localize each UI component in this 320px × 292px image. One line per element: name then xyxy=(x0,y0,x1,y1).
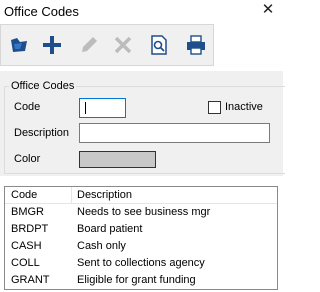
toolbar xyxy=(0,24,214,66)
text-caret xyxy=(85,102,86,114)
row-description: Eligible for grant funding xyxy=(77,274,196,286)
row-code: GRANT xyxy=(11,274,50,286)
add-button[interactable] xyxy=(38,31,66,59)
print-icon xyxy=(187,35,205,55)
code-field[interactable] xyxy=(79,98,126,118)
search-button[interactable] xyxy=(145,31,173,59)
inactive-checkbox[interactable] xyxy=(208,101,221,114)
color-label: Color xyxy=(14,153,41,165)
search-icon xyxy=(151,35,167,55)
codes-list[interactable]: Code Description BMGR Needs to see busin… xyxy=(4,186,278,290)
column-divider[interactable] xyxy=(71,187,72,204)
delete-button[interactable] xyxy=(109,31,137,59)
close-icon[interactable]: ✕ xyxy=(260,1,276,19)
list-row[interactable]: BRDPT Board patient xyxy=(5,222,277,238)
inactive-label: Inactive xyxy=(225,101,263,113)
description-label: Description xyxy=(14,127,70,139)
list-row[interactable]: BMGR Needs to see business mgr xyxy=(5,205,277,221)
color-swatch[interactable] xyxy=(79,151,156,168)
edit-icon xyxy=(82,37,97,52)
row-code: BMGR xyxy=(11,206,44,218)
print-button[interactable] xyxy=(182,31,210,59)
window-title: Office Codes xyxy=(4,4,79,19)
column-header-description[interactable]: Description xyxy=(77,189,132,201)
list-row[interactable]: COLL Sent to collections agency xyxy=(5,256,277,272)
title-bar: Office Codes ✕ xyxy=(0,0,283,22)
edit-button[interactable] xyxy=(75,31,103,59)
list-row[interactable]: CASH Cash only xyxy=(5,239,277,255)
open-icon xyxy=(11,38,27,52)
list-header: Code Description xyxy=(5,187,277,204)
group-label: Office Codes xyxy=(9,80,77,92)
add-icon xyxy=(43,36,61,54)
row-description: Needs to see business mgr xyxy=(77,206,211,218)
description-field[interactable] xyxy=(79,123,270,143)
row-code: CASH xyxy=(11,240,42,252)
delete-icon xyxy=(114,36,132,54)
column-header-code[interactable]: Code xyxy=(11,189,37,201)
row-description: Cash only xyxy=(77,240,126,252)
row-description: Board patient xyxy=(77,223,143,235)
row-code: BRDPT xyxy=(11,223,49,235)
list-row[interactable]: GRANT Eligible for grant funding xyxy=(5,273,277,289)
row-code: COLL xyxy=(11,257,40,269)
row-description: Sent to collections agency xyxy=(77,257,205,269)
open-button[interactable] xyxy=(5,31,33,59)
code-label: Code xyxy=(14,101,41,113)
